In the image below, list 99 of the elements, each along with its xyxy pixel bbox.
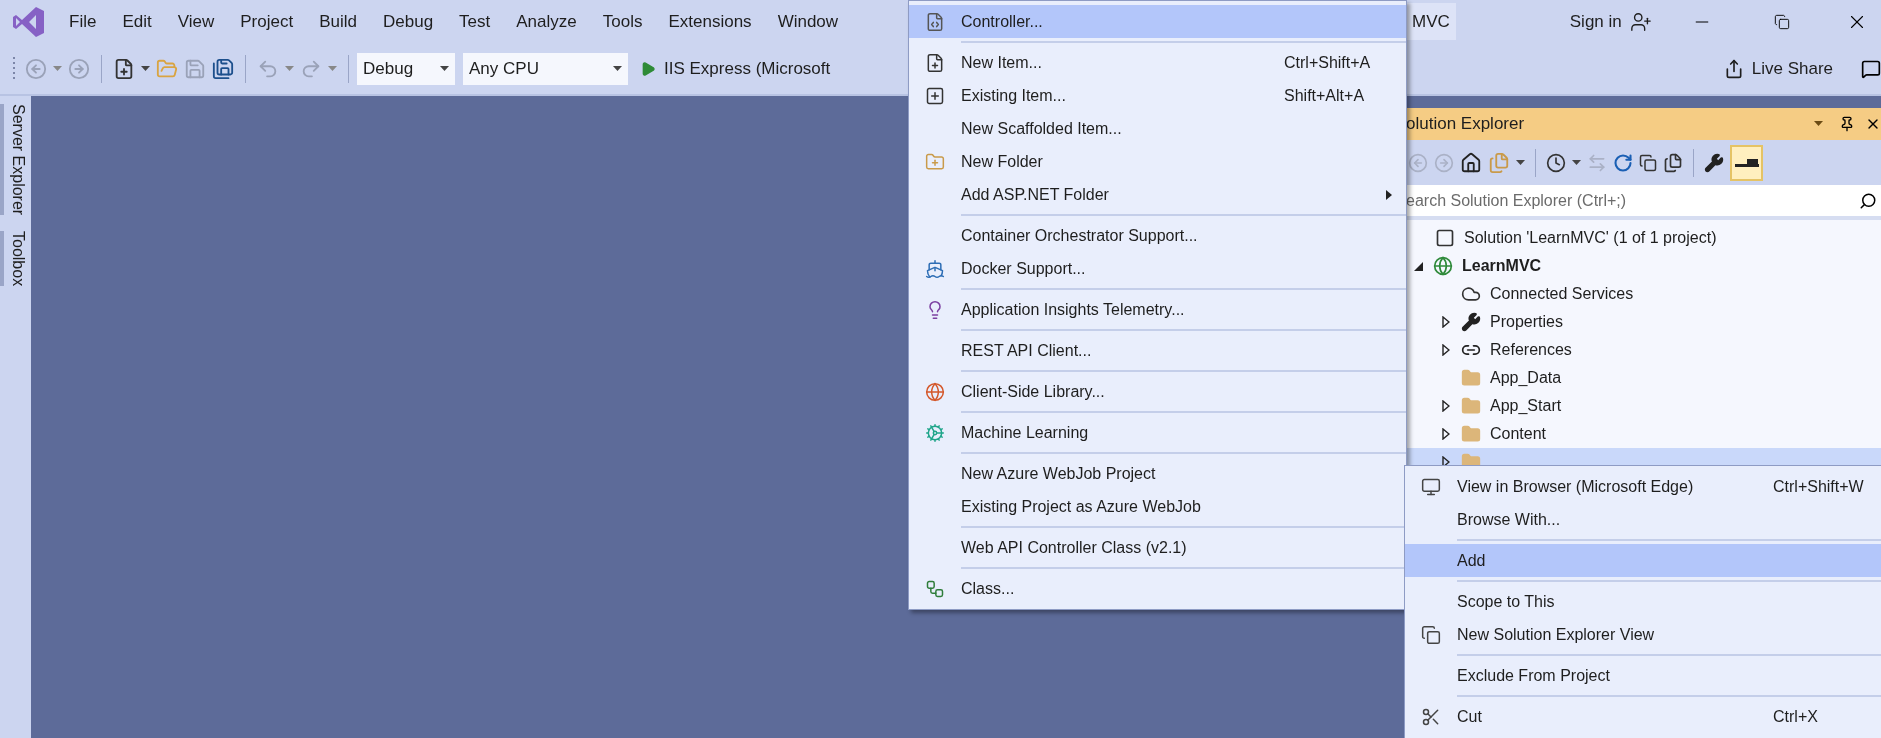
- home-icon[interactable]: [1460, 151, 1482, 174]
- file-plus-icon[interactable]: [113, 57, 135, 80]
- menu-bar-item[interactable]: Project: [227, 8, 307, 35]
- menu-bar-item[interactable]: Extensions: [655, 8, 765, 35]
- side-tab[interactable]: Toolbox: [0, 231, 32, 287]
- logo-icon: [12, 4, 46, 39]
- menu-item[interactable]: New Item... Ctrl+Shift+A: [909, 46, 1406, 79]
- menu-item[interactable]: New Solution Explorer View: [1405, 618, 1881, 651]
- menu-item[interactable]: Existing Project as Azure WebJob: [909, 490, 1406, 523]
- tree-item[interactable]: References: [1406, 336, 1881, 364]
- menu-bar-item[interactable]: File: [56, 8, 110, 35]
- folder-icon: [1461, 424, 1481, 444]
- file-code-icon: [925, 11, 945, 32]
- menu-item[interactable]: Class...: [909, 572, 1406, 605]
- tree-item[interactable]: App_Start: [1406, 392, 1881, 420]
- restore-icon[interactable]: [1773, 13, 1790, 30]
- tree-item[interactable]: Connected Services: [1406, 280, 1881, 308]
- caret-icon[interactable]: [141, 65, 150, 72]
- collapsed-arrow-icon[interactable]: [1442, 456, 1450, 468]
- menu-item[interactable]: Add ASP.NET Folder: [909, 178, 1406, 211]
- search-icon: [1859, 191, 1877, 210]
- tree-item[interactable]: Properties: [1406, 308, 1881, 336]
- collapsed-arrow-icon[interactable]: [1442, 428, 1450, 440]
- side-tab[interactable]: Server Explorer: [0, 104, 32, 216]
- menu-item[interactable]: New Scaffolded Item...: [909, 112, 1406, 145]
- caret-icon[interactable]: [1572, 159, 1581, 166]
- solution-icon: [1435, 228, 1455, 248]
- menu-bar-item[interactable]: Edit: [109, 8, 165, 35]
- tree-item[interactable]: App_Data: [1406, 364, 1881, 392]
- caret-icon[interactable]: [1516, 159, 1525, 166]
- menu-bar-item[interactable]: Analyze: [503, 8, 590, 35]
- menu-item[interactable]: Web API Controller Class (v2.1): [909, 531, 1406, 564]
- menu-bar-item[interactable]: Test: [446, 8, 504, 35]
- menu-item[interactable]: REST API Client...: [909, 334, 1406, 367]
- menu-bar-item[interactable]: Build: [306, 8, 370, 35]
- expanded-arrow-icon[interactable]: [1413, 261, 1423, 271]
- live-share-button[interactable]: Live Share: [1723, 55, 1833, 82]
- square-plus-icon: [925, 85, 945, 106]
- pin-icon[interactable]: [1839, 116, 1855, 132]
- preview-icon: [1734, 158, 1759, 167]
- tree-item[interactable]: Content: [1406, 420, 1881, 448]
- refresh-icon[interactable]: [1613, 152, 1633, 173]
- menu-item[interactable]: Docker Support...: [909, 252, 1406, 285]
- scissors-icon: [1421, 706, 1441, 727]
- preview-toggle-button[interactable]: [1730, 144, 1763, 181]
- menu-item[interactable]: Add: [1405, 544, 1881, 577]
- caret-icon[interactable]: [613, 65, 622, 72]
- monitor-icon: [1421, 476, 1441, 497]
- folder-icon: [1461, 368, 1481, 388]
- menu-item[interactable]: Client-Side Library...: [909, 375, 1406, 408]
- panel-title-bar: olution Explorer: [1406, 108, 1881, 140]
- collapsed-arrow-icon[interactable]: [1442, 400, 1450, 412]
- collapsed-arrow-icon[interactable]: [1442, 316, 1450, 328]
- menu-item[interactable]: Controller...: [909, 5, 1406, 38]
- folder-plus-icon: [925, 151, 945, 172]
- save-all-icon[interactable]: [212, 57, 234, 80]
- wrench-icon[interactable]: [1704, 152, 1724, 173]
- gear-icon: [925, 422, 945, 443]
- tree-item[interactable]: Solution 'LearnMVC' (1 of 1 project): [1406, 224, 1881, 252]
- menu-item[interactable]: Machine Learning: [909, 416, 1406, 449]
- menu-item[interactable]: Browse With...: [1405, 503, 1881, 536]
- feedback-icon[interactable]: [1861, 58, 1881, 79]
- caret-icon[interactable]: [1814, 121, 1823, 127]
- run-button[interactable]: IIS Express (Microsoft: [640, 55, 831, 82]
- wrench-icon: [1461, 312, 1481, 332]
- configuration-dropdown[interactable]: Debug: [357, 52, 455, 85]
- menu-item[interactable]: New Folder: [909, 145, 1406, 178]
- class-icon: [925, 578, 945, 599]
- cloud-icon: [1461, 284, 1481, 304]
- menu-item[interactable]: Exclude From Project: [1405, 659, 1881, 692]
- menu-item[interactable]: Scope to This: [1405, 585, 1881, 618]
- menu-bar-item[interactable]: Window: [764, 8, 852, 35]
- user-plus-icon: [1629, 10, 1652, 33]
- ship-icon: [925, 258, 945, 279]
- platform-dropdown[interactable]: Any CPU: [463, 52, 628, 85]
- windows-icon: [1421, 624, 1441, 645]
- grip-icon[interactable]: [12, 55, 16, 82]
- caret-icon[interactable]: [440, 65, 449, 72]
- menu-bar-item[interactable]: View: [164, 8, 228, 35]
- play-icon: [640, 60, 656, 77]
- menu-item[interactable]: New Azure WebJob Project: [909, 457, 1406, 490]
- globe-icon: [1433, 256, 1453, 276]
- collapsed-arrow-icon[interactable]: [1442, 344, 1450, 356]
- clock-icon[interactable]: [1546, 152, 1566, 173]
- search-box[interactable]: earch Solution Explorer (Ctrl+;): [1406, 185, 1881, 220]
- folder-icon: [1461, 396, 1481, 416]
- sign-in-button[interactable]: Sign in: [1569, 8, 1652, 35]
- search-field[interactable]: earch Solution Explorer (Ctrl+;): [1406, 185, 1859, 216]
- tree-item[interactable]: LearnMVC: [1406, 252, 1881, 280]
- file-plus-icon: [925, 52, 945, 73]
- window-title: MVC: [1406, 2, 1456, 41]
- menu-item[interactable]: Container Orchestrator Support...: [909, 219, 1406, 252]
- menu-item[interactable]: View in Browser (Microsoft Edge) Ctrl+Shift+W: [1405, 470, 1881, 503]
- menu-item[interactable]: Existing Item... Shift+Alt+A: [909, 79, 1406, 112]
- menu-item[interactable]: Application Insights Telemetry...: [909, 293, 1406, 326]
- globe-icon: [925, 381, 945, 402]
- menu-item[interactable]: Cut Ctrl+X: [1405, 700, 1881, 733]
- menu-bar-item[interactable]: Debug: [370, 8, 447, 35]
- menu-bar-item[interactable]: Tools: [589, 8, 656, 35]
